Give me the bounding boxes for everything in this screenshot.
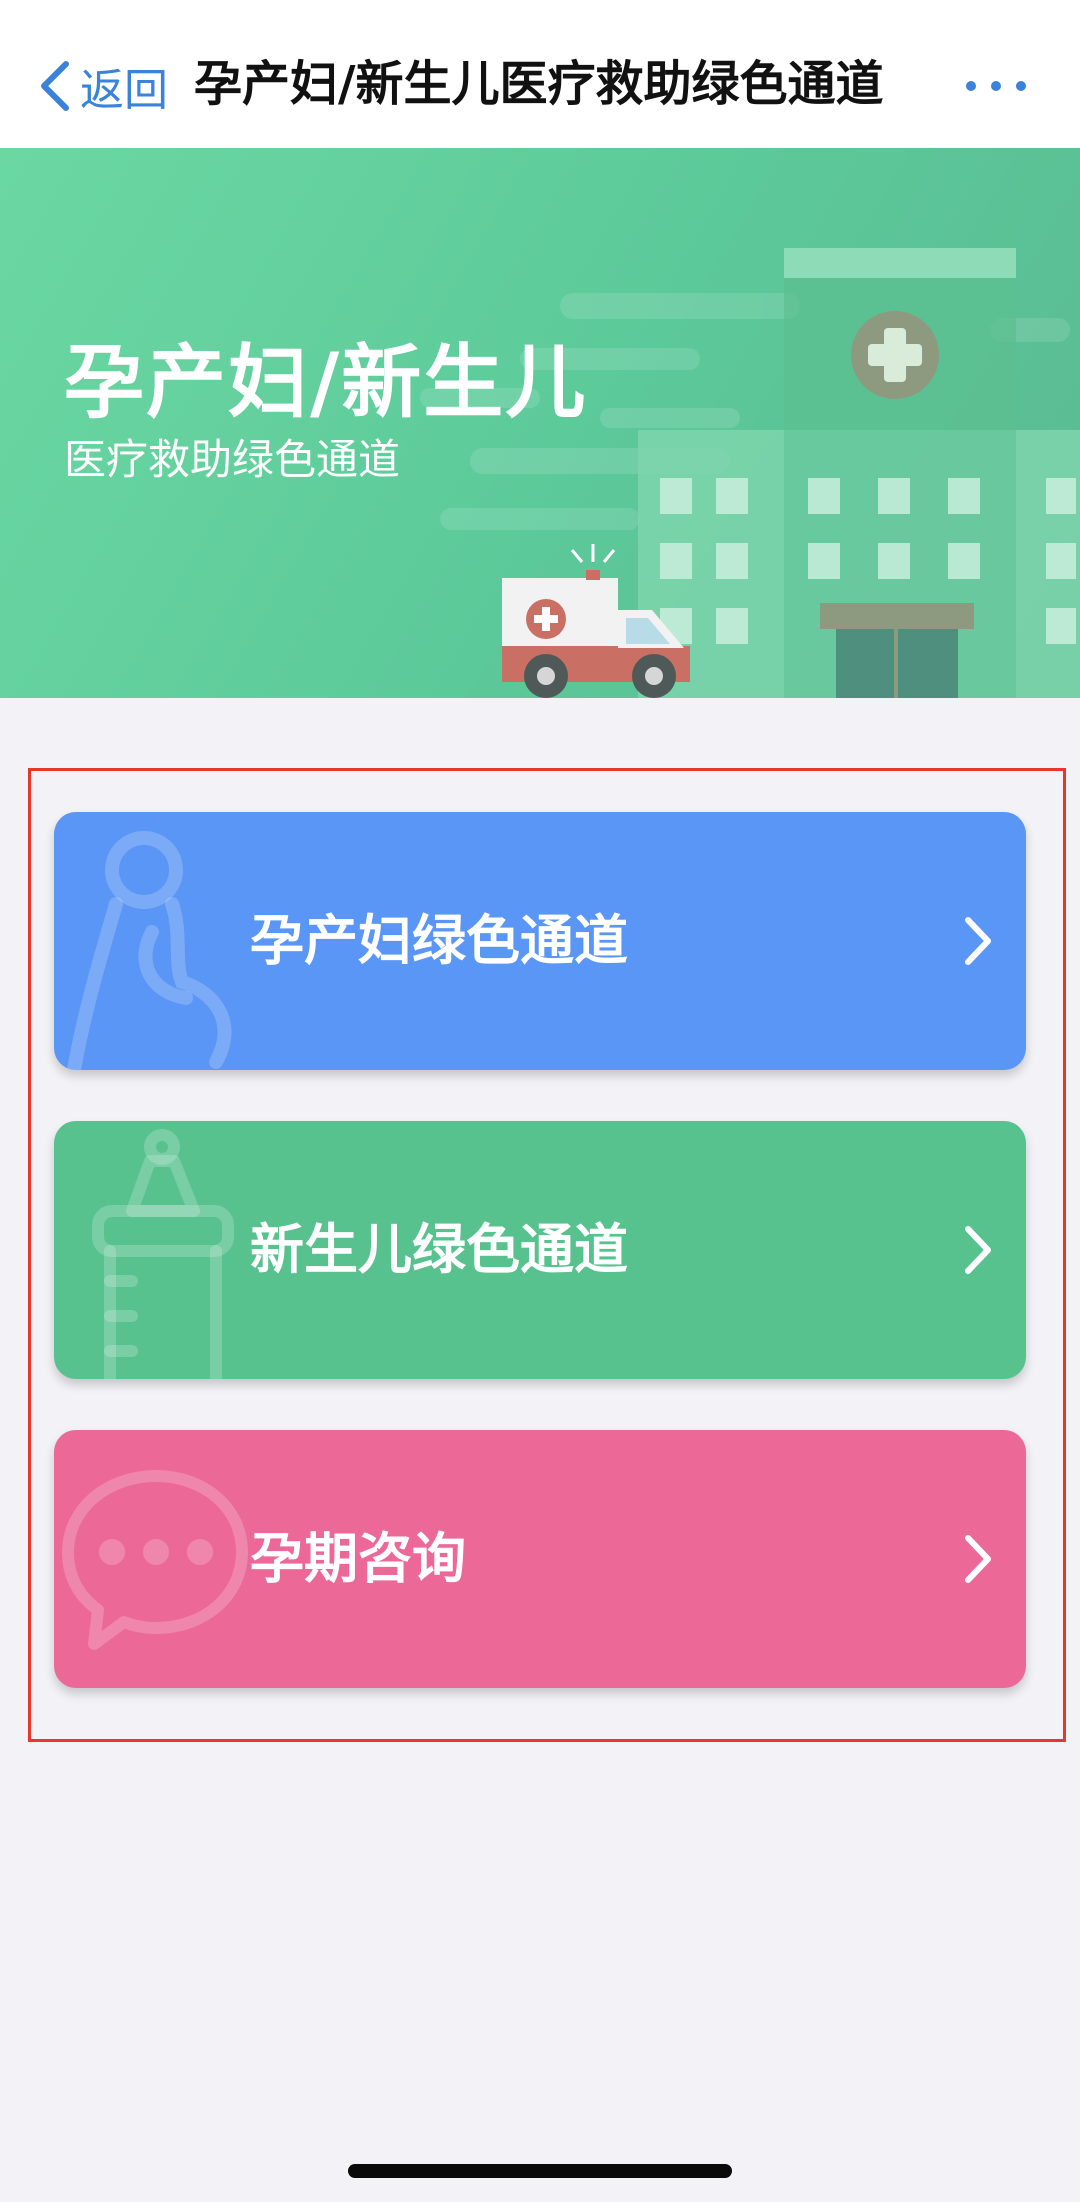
app-page: 返回 孕产妇/新生儿医疗救助绿色通道 孕产妇/新生儿 医疗救助绿色通道 孕产妇绿… <box>0 0 1080 2202</box>
menu-item-label: 孕期咨询 <box>250 1527 466 1590</box>
page-title: 孕产妇/新生儿医疗救助绿色通道 <box>194 56 884 112</box>
baby-bottle-icon <box>92 1129 234 1379</box>
more-dots-icon[interactable] <box>966 66 1026 106</box>
banner-subtitle: 医疗救助绿色通道 <box>64 435 401 484</box>
home-indicator[interactable] <box>348 2164 732 2178</box>
hero-banner: 孕产妇/新生儿 医疗救助绿色通道 <box>0 148 1080 698</box>
pregnant-woman-icon <box>67 831 232 1070</box>
chevron-right-icon <box>965 1226 991 1274</box>
chat-bubble-icon <box>62 1470 248 1650</box>
menu-item-maternal-channel[interactable]: 孕产妇绿色通道 <box>54 812 1026 1070</box>
menu-item-label: 孕产妇绿色通道 <box>250 909 628 972</box>
nav-bar: 返回 孕产妇/新生儿医疗救助绿色通道 <box>0 0 1080 148</box>
chevron-left-icon <box>41 61 69 111</box>
menu-item-newborn-channel[interactable]: 新生儿绿色通道 <box>54 1121 1026 1379</box>
chevron-right-icon <box>965 917 991 965</box>
menu-item-pregnancy-consult[interactable]: 孕期咨询 <box>54 1430 1026 1688</box>
menu-item-label: 新生儿绿色通道 <box>250 1218 628 1281</box>
back-label: 返回 <box>80 65 168 116</box>
chevron-right-icon <box>965 1535 991 1583</box>
banner-title: 孕产妇/新生儿 <box>64 336 588 429</box>
back-button[interactable]: 返回 <box>36 54 168 118</box>
